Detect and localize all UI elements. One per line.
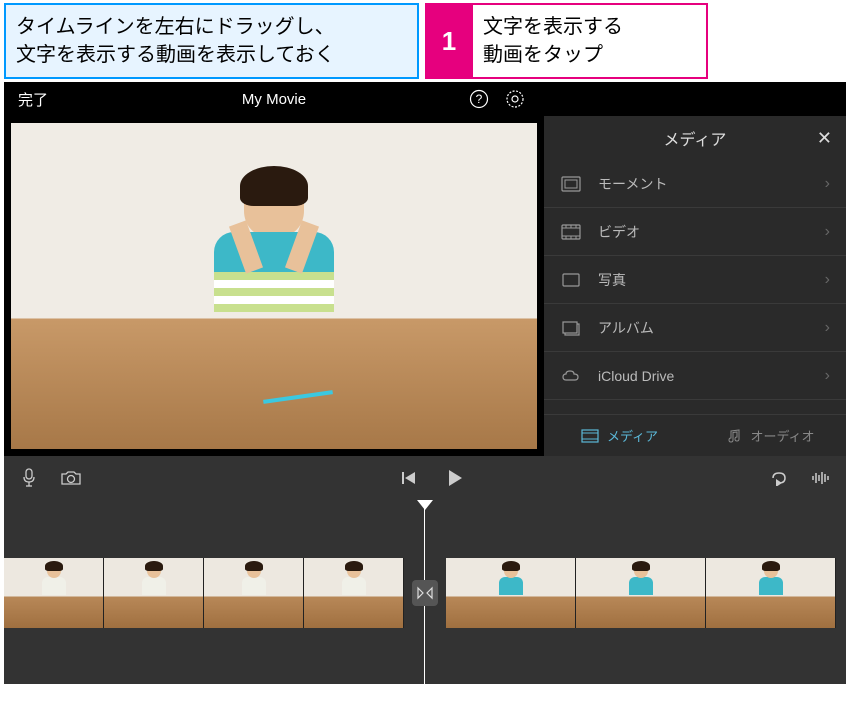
filmstrip-icon: [581, 429, 599, 443]
media-bottom-tabs: メディア オーディオ: [544, 414, 846, 456]
photo-icon: [560, 269, 582, 291]
transition-button[interactable]: [412, 580, 438, 606]
chevron-right-icon: ›: [825, 367, 830, 385]
preview-video-frame: [11, 123, 537, 449]
play-icon[interactable]: [444, 467, 466, 489]
chevron-right-icon: ›: [825, 319, 830, 337]
video-icon: [560, 221, 582, 243]
chevron-right-icon: ›: [825, 271, 830, 289]
media-item-moments[interactable]: モーメント ›: [544, 160, 846, 208]
callout-left-text: タイムラインを左右にドラッグし、 文字を表示する動画を表示しておく: [16, 16, 335, 66]
video-clip-1[interactable]: [4, 558, 404, 628]
upper-panels: メディア ✕ モーメント › ビデオ ›: [4, 116, 846, 456]
waveform-icon[interactable]: [810, 467, 832, 489]
help-icon[interactable]: ?: [468, 88, 490, 110]
svg-text:?: ?: [476, 92, 483, 106]
media-item-icloud[interactable]: iCloud Drive ›: [544, 352, 846, 400]
instruction-callout-right: 文字を表示する 動画をタップ: [473, 3, 708, 79]
album-icon: [560, 317, 582, 339]
step-number-badge: 1: [425, 3, 473, 79]
media-item-video[interactable]: ビデオ ›: [544, 208, 846, 256]
close-icon[interactable]: ✕: [817, 128, 832, 149]
top-toolbar: 完了 My Movie ?: [4, 82, 846, 116]
moments-icon: [560, 173, 582, 195]
instruction-callout-right-group: 1 文字を表示する 動画をタップ: [425, 3, 708, 79]
preview-pane[interactable]: [4, 116, 544, 456]
chevron-right-icon: ›: [825, 223, 830, 241]
music-note-icon: [726, 428, 742, 444]
instruction-callout-left: タイムラインを左右にドラッグし、 文字を表示する動画を表示しておく: [4, 3, 419, 79]
timeline-area[interactable]: [4, 500, 846, 684]
done-button[interactable]: 完了: [4, 82, 62, 116]
settings-gear-icon[interactable]: [504, 88, 526, 110]
skip-back-icon[interactable]: [398, 467, 420, 489]
cloud-icon: [560, 365, 582, 387]
project-title: My Movie: [174, 91, 374, 108]
tab-audio[interactable]: オーディオ: [695, 415, 846, 456]
imovie-app-window: 完了 My Movie ?: [4, 82, 846, 684]
video-clip-2[interactable]: [446, 558, 836, 628]
chevron-right-icon: ›: [825, 175, 830, 193]
timeline-track[interactable]: [4, 558, 846, 628]
media-source-list: モーメント › ビデオ › 写真 ›: [544, 160, 846, 414]
undo-icon[interactable]: [768, 467, 790, 489]
transport-bar: [4, 456, 846, 500]
tab-media[interactable]: メディア: [544, 415, 695, 456]
microphone-icon[interactable]: [18, 467, 40, 489]
camera-icon[interactable]: [60, 467, 82, 489]
media-panel: メディア ✕ モーメント › ビデオ ›: [544, 116, 846, 456]
media-item-photo[interactable]: 写真 ›: [544, 256, 846, 304]
media-panel-header: メディア ✕: [544, 116, 846, 160]
media-item-album[interactable]: アルバム ›: [544, 304, 846, 352]
callout-right-text: 文字を表示する 動画をタップ: [483, 16, 623, 66]
